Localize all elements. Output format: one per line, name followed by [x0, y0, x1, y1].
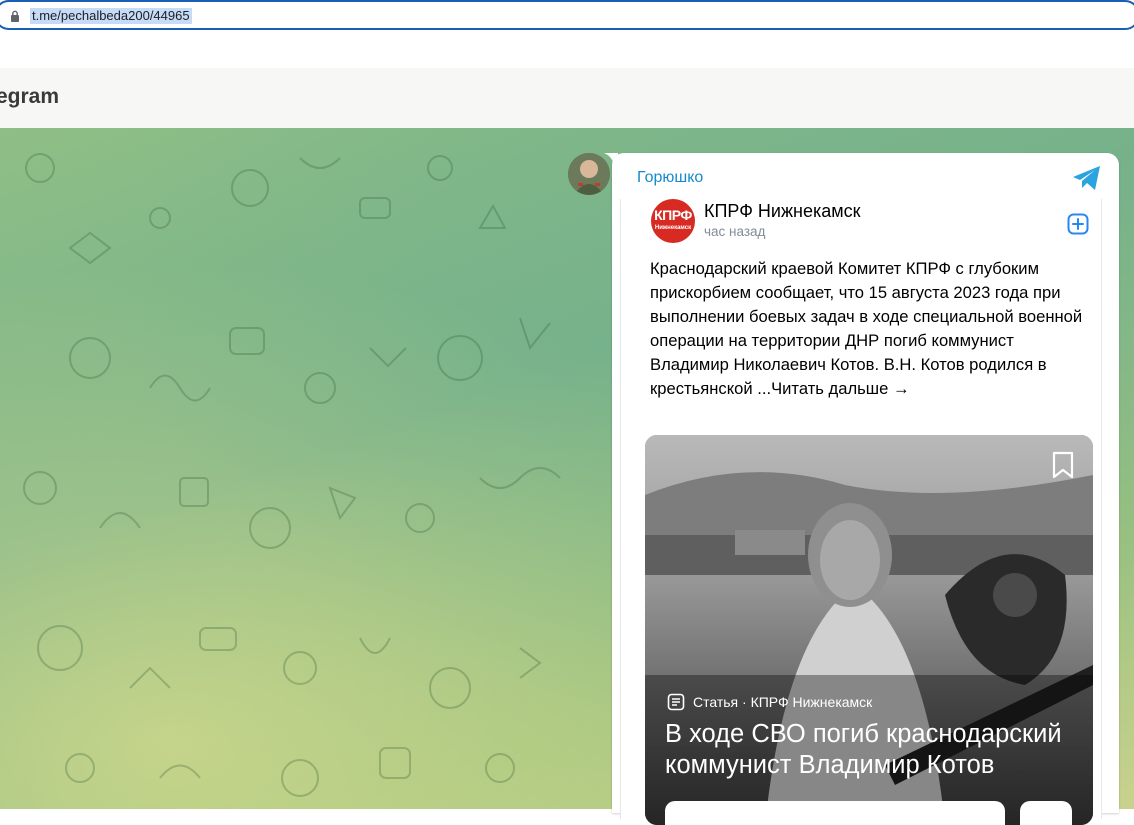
- logo-text-top: КПРФ: [654, 207, 692, 223]
- message-bubble: Горюшко КПРФ Нижнекамск КПРФ Нижнекамск …: [612, 153, 1119, 825]
- article-title[interactable]: В ходе СВО погиб краснодарский коммунист…: [665, 719, 1085, 781]
- header-title: egram: [0, 85, 60, 108]
- vk-author-logo[interactable]: КПРФ Нижнекамск: [651, 199, 695, 243]
- article-share-button[interactable]: [1020, 801, 1072, 825]
- address-bar[interactable]: t.me/pechalbeda200/44965: [0, 0, 1134, 30]
- vk-post-card: КПРФ Нижнекамск КПРФ Нижнекамск час наза…: [620, 199, 1102, 825]
- add-icon[interactable]: [1067, 213, 1089, 235]
- telegram-header: egram: [0, 68, 1134, 129]
- browser-toolbar: t.me/pechalbeda200/44965: [0, 0, 1134, 69]
- article-meta: Статья · КПРФ Нижнекамск: [667, 693, 872, 711]
- logo-text-bottom: Нижнекамск: [654, 225, 692, 231]
- bookmark-icon[interactable]: [1050, 450, 1076, 480]
- vk-post-time: час назад: [704, 224, 766, 239]
- article-meta-text: Статья · КПРФ Нижнекамск: [693, 694, 873, 710]
- article-icon: [667, 693, 685, 711]
- vk-author-name[interactable]: КПРФ Нижнекамск: [704, 201, 861, 222]
- article-card[interactable]: Статья · КПРФ Нижнекамск В ходе СВО поги…: [645, 435, 1093, 825]
- url-text[interactable]: t.me/pechalbeda200/44965: [30, 8, 192, 24]
- article-read-button[interactable]: [665, 801, 1005, 825]
- sender-name[interactable]: Горюшко: [637, 169, 703, 187]
- telegram-icon[interactable]: [1072, 165, 1102, 191]
- vk-post-text: Краснодарский краевой Комитет КПРФ с глу…: [650, 259, 1083, 398]
- lock-icon: [11, 10, 19, 22]
